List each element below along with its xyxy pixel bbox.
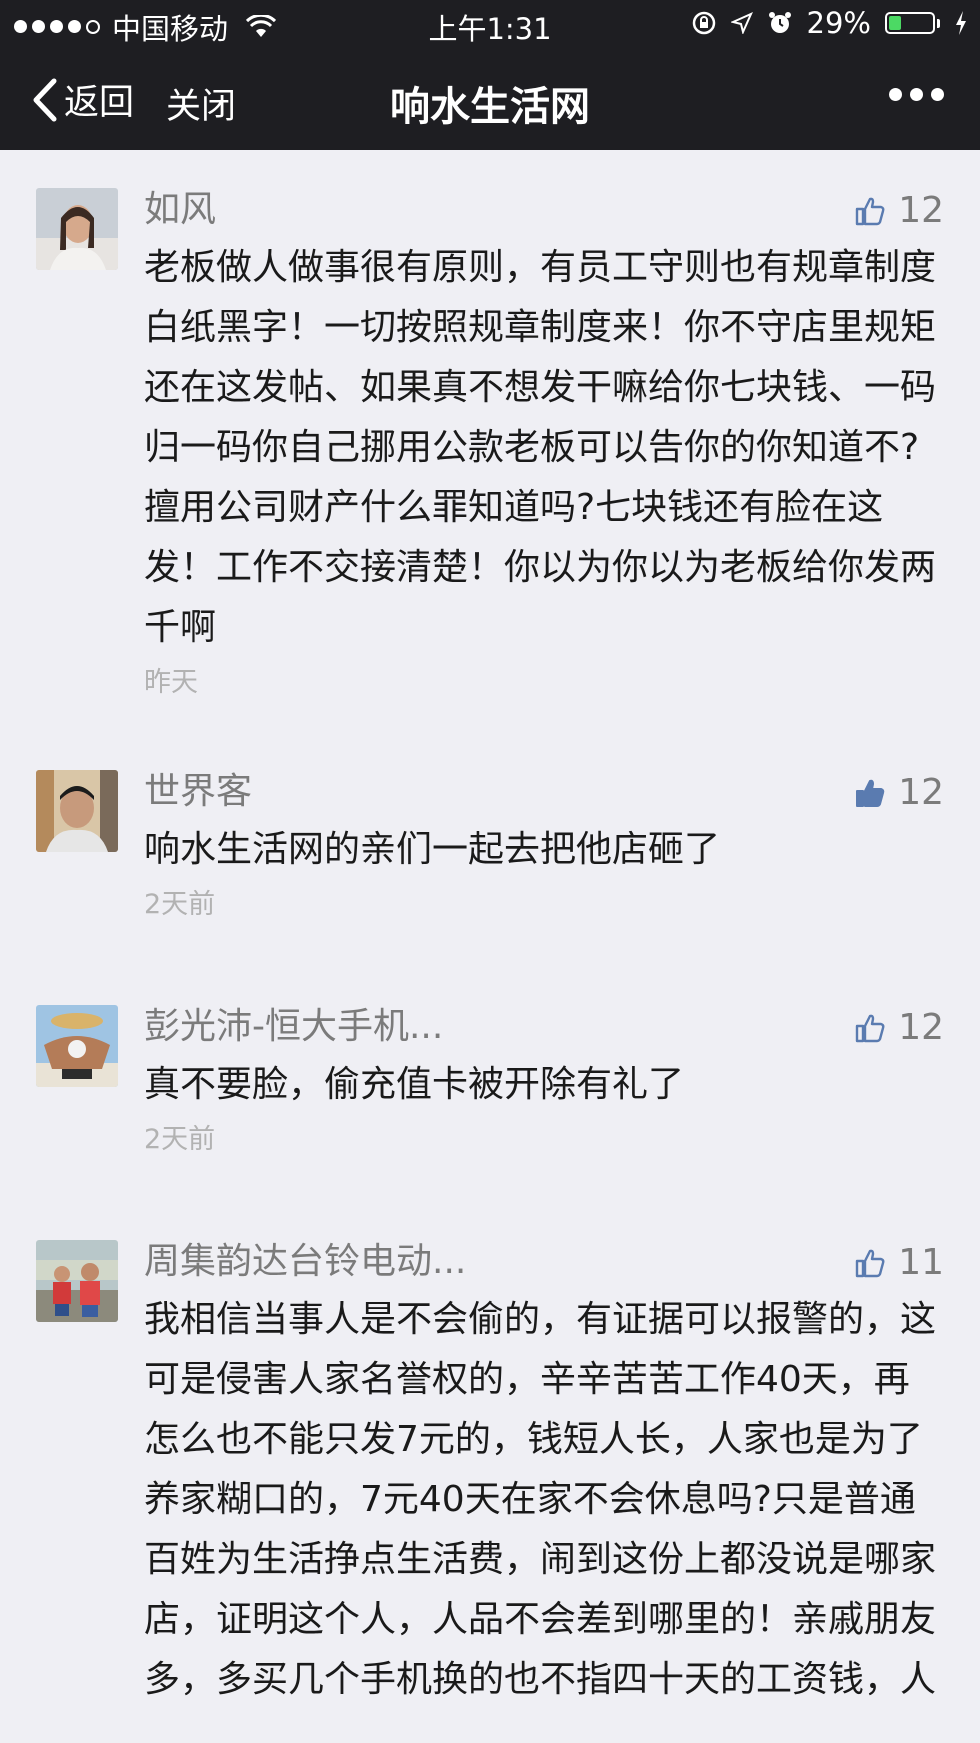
like-button[interactable]: 11 <box>854 1242 944 1283</box>
avatar[interactable] <box>36 1240 118 1322</box>
comment-text: 响水生活网的亲们一起去把他店砸了 <box>144 829 721 870</box>
avatar[interactable] <box>36 1005 118 1087</box>
like-count: 11 <box>898 1242 944 1283</box>
comment-author: 世界客 <box>144 771 253 812</box>
like-count: 12 <box>898 1007 944 1048</box>
thumbs-up-icon <box>855 197 885 225</box>
comment-item: 世界客 12 响水生活网的亲们一起去把他店砸了 2天前 <box>0 732 980 967</box>
status-right: 29% <box>691 6 968 40</box>
thumbs-up-icon <box>855 1249 885 1277</box>
like-count: 12 <box>898 772 944 813</box>
comment-text: 真不要脸，偷充值卡被开除有礼了 <box>144 1064 685 1105</box>
location-icon <box>730 12 753 34</box>
comment-time: 2天前 <box>144 1124 216 1155</box>
comment-time: 昨天 <box>144 667 198 698</box>
orientation-lock-icon <box>692 11 715 35</box>
like-button[interactable]: 12 <box>854 772 944 813</box>
like-button[interactable]: 12 <box>854 190 944 231</box>
comment-item: 彭光沛-恒大手机... 12 真不要脸，偷充值卡被开除有礼了 2天前 <box>0 967 980 1202</box>
comment-text: 老板做人做事很有原则，有员工守则也有规章制度白纸黑字！一切按照规章制度来！你不守… <box>144 247 937 648</box>
nav-bar: 返回 关闭 响水生活网 <box>0 50 980 150</box>
more-button[interactable] <box>889 88 944 101</box>
thumbs-up-icon <box>855 1014 885 1042</box>
alarm-icon <box>768 12 791 33</box>
battery-percent: 29% <box>806 6 871 40</box>
like-button[interactable]: 12 <box>854 1007 944 1048</box>
thumbs-up-filled-icon <box>856 779 885 807</box>
comment-item: 如风 12 老板做人做事很有原则，有员工守则也有规章制度白纸黑字！一切按照规章制… <box>0 150 980 732</box>
comment-author: 如风 <box>144 189 217 230</box>
more-dot-icon <box>931 88 944 101</box>
battery-icon <box>885 12 940 34</box>
page-title: 响水生活网 <box>390 84 590 130</box>
more-dot-icon <box>889 88 902 101</box>
comment-author: 周集韵达台铃电动... <box>144 1241 467 1282</box>
comment-author: 彭光沛-恒大手机... <box>144 1006 444 1047</box>
avatar[interactable] <box>36 188 118 270</box>
comment-item: 周集韵达台铃电动... 11 我相信当事人是不会偷的，有证据可以报警的，这可是侵… <box>0 1202 980 1710</box>
comment-time: 2天前 <box>144 889 216 920</box>
like-count: 12 <box>898 190 944 231</box>
comment-list: 如风 12 老板做人做事很有原则，有员工守则也有规章制度白纸黑字！一切按照规章制… <box>0 150 980 1710</box>
charging-icon <box>956 11 966 35</box>
more-dot-icon <box>910 88 923 101</box>
comment-text: 我相信当事人是不会偷的，有证据可以报警的，这可是侵害人家名誉权的，辛辛苦苦工作4… <box>144 1299 937 1700</box>
avatar[interactable] <box>36 770 118 852</box>
status-bar: 中国移动 上午1:31 29% <box>0 0 980 50</box>
